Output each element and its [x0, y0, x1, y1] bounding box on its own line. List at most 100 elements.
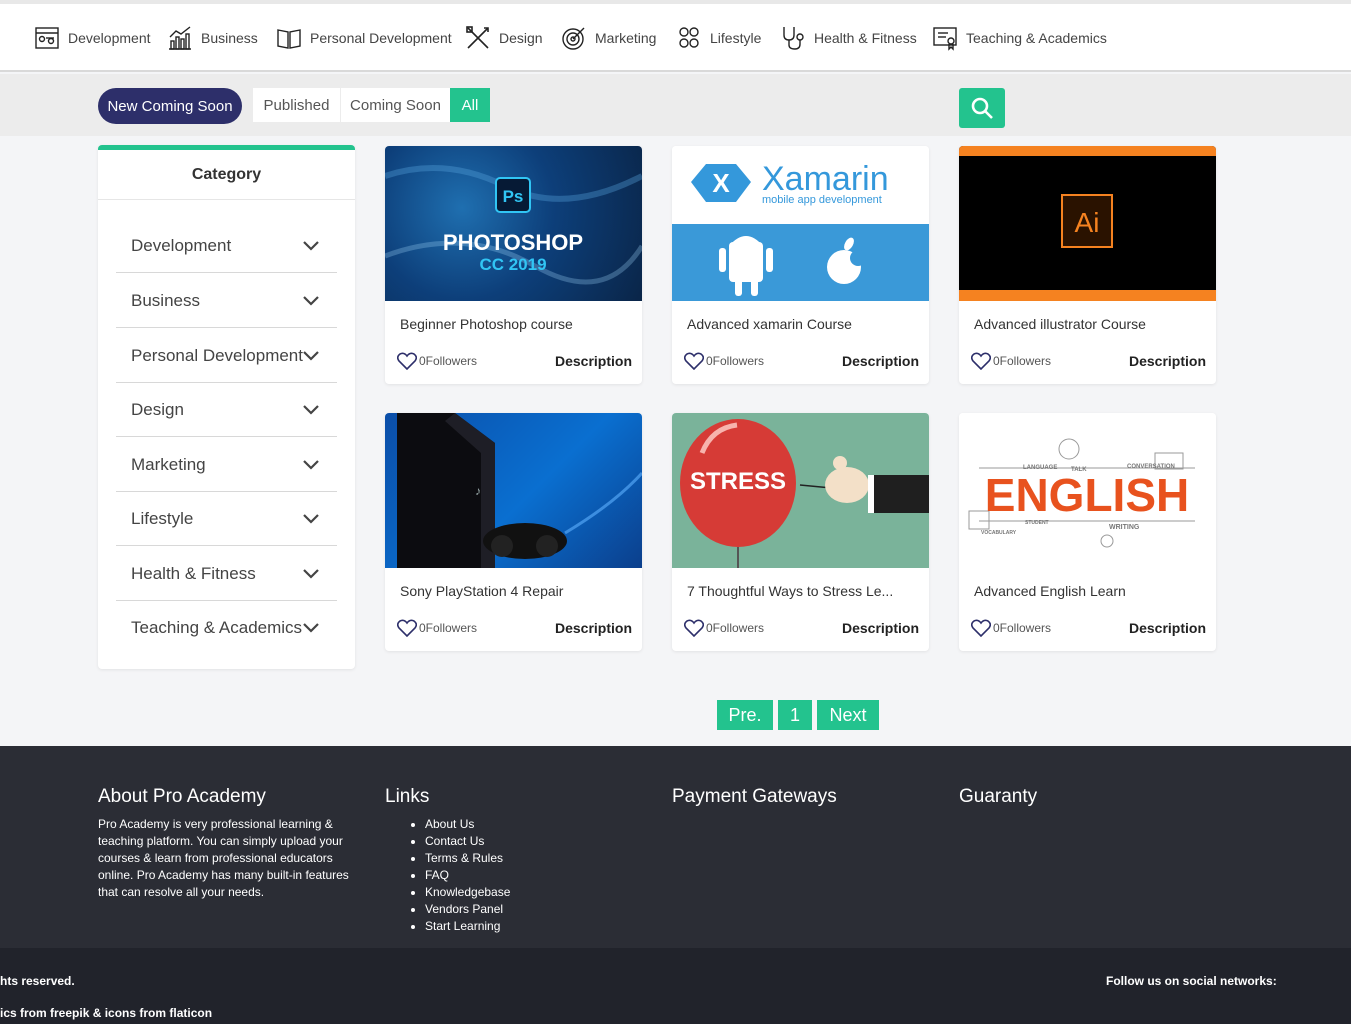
pagination-next-button[interactable]: Next	[817, 700, 879, 730]
heart-icon	[971, 352, 991, 370]
course-title: Advanced English Learn	[974, 583, 1126, 599]
business-icon	[169, 26, 191, 50]
topnav-item-business[interactable]: Business	[167, 22, 258, 54]
topnav-label: Health & Fitness	[814, 30, 917, 46]
followers-count: 0Followers	[993, 354, 1052, 368]
description-link[interactable]: Description	[555, 620, 632, 636]
thumbnail-subheading: mobile app development	[762, 194, 882, 206]
footer-link-contact[interactable]: Contact Us	[425, 833, 510, 850]
thumbnail-word-vocabulary: VOCABULARY	[981, 530, 1017, 536]
sidebar-item-personal-development[interactable]: Personal Development	[116, 329, 337, 383]
follow-button[interactable]: 0Followers	[397, 352, 477, 370]
topnav-item-marketing[interactable]: Marketing	[561, 22, 656, 54]
sidebar-item-label: Design	[131, 399, 184, 419]
chevron-down-icon	[303, 568, 319, 579]
filter-coming-soon-tab[interactable]: Coming Soon	[341, 88, 450, 122]
thumbnail-heading: STRESS	[690, 468, 786, 495]
design-tools-icon	[466, 26, 489, 49]
sidebar-item-development[interactable]: Development	[116, 219, 337, 273]
ai-logo-text: Ai	[1075, 207, 1100, 238]
sidebar-item-lifestyle[interactable]: Lifestyle	[116, 492, 337, 546]
search-button[interactable]	[959, 88, 1005, 128]
description-link[interactable]: Description	[842, 620, 919, 636]
pagination-prev-button[interactable]: Pre.	[717, 700, 773, 730]
topnav-item-personal-development[interactable]: Personal Development	[276, 22, 452, 54]
sidebar-item-business[interactable]: Business	[116, 274, 337, 328]
footer-link-terms[interactable]: Terms & Rules	[425, 850, 510, 867]
thumbnail-word-student: STUDENT	[1025, 520, 1049, 526]
category-topnav: Development Business Personal Developmen…	[0, 0, 1351, 72]
chevron-down-icon	[303, 350, 319, 361]
description-link[interactable]: Description	[555, 353, 632, 369]
sidebar-item-label: Health & Fitness	[131, 563, 256, 583]
thumbnail-subheading: CC 2019	[479, 255, 546, 274]
heart-icon	[971, 619, 991, 637]
footer-link-about[interactable]: About Us	[425, 816, 510, 833]
follow-button[interactable]: 0Followers	[684, 619, 764, 637]
book-icon	[277, 29, 301, 49]
course-card[interactable]: Ps PHOTOSHOP CC 2019 Beginner Photoshop …	[385, 146, 642, 384]
category-sidebar: Category Development Business Personal D…	[98, 145, 355, 669]
course-thumbnail: STRESS	[672, 413, 929, 568]
certificate-icon	[933, 27, 957, 51]
footer-link-faq[interactable]: FAQ	[425, 867, 510, 884]
filter-published-tab[interactable]: Published	[253, 88, 340, 122]
heart-icon	[684, 352, 704, 370]
footer-link-vendors[interactable]: Vendors Panel	[425, 901, 510, 918]
thumbnail-heading: PHOTOSHOP	[443, 230, 583, 255]
heart-icon	[684, 619, 704, 637]
sidebar-item-marketing[interactable]: Marketing	[116, 438, 337, 492]
description-link[interactable]: Description	[842, 353, 919, 369]
description-link[interactable]: Description	[1129, 353, 1206, 369]
new-coming-soon-button[interactable]: New Coming Soon	[98, 88, 242, 124]
sidebar-item-health-fitness[interactable]: Health & Fitness	[116, 547, 337, 601]
lifestyle-icon	[679, 27, 699, 48]
social-networks-label: Follow us on social networks:	[1106, 974, 1277, 988]
topnav-item-development[interactable]: Development	[34, 22, 151, 54]
footer-about-title: About Pro Academy	[98, 786, 266, 807]
follow-button[interactable]: 0Followers	[971, 619, 1051, 637]
footer-link-start-learning[interactable]: Start Learning	[425, 918, 510, 935]
filter-all-tab[interactable]: All	[450, 88, 490, 122]
course-title: Sony PlayStation 4 Repair	[400, 583, 564, 599]
chevron-down-icon	[303, 459, 319, 470]
chevron-down-icon	[303, 240, 319, 251]
footer-link-knowledgebase[interactable]: Knowledgebase	[425, 884, 510, 901]
heart-icon	[397, 352, 417, 370]
topnav-item-design[interactable]: Design	[465, 22, 543, 54]
heart-icon	[397, 619, 417, 637]
course-card[interactable]: ♪ Sony PlayStation 4 Repair 0Followers D…	[385, 413, 642, 651]
copyright-text: hts reserved.	[0, 974, 75, 988]
thumbnail-heading: Xamarin	[762, 160, 889, 198]
footer-links-list: About Us Contact Us Terms & Rules FAQ Kn…	[425, 816, 510, 935]
followers-count: 0Followers	[993, 621, 1052, 635]
footer-bottom-bar: hts reserved. ics from freepik & icons f…	[0, 948, 1351, 1024]
sidebar-item-teaching-academics[interactable]: Teaching & Academics	[116, 601, 337, 655]
course-card[interactable]: X Xamarin mobile app development Advance…	[672, 146, 929, 384]
chevron-down-icon	[303, 295, 319, 306]
followers-count: 0Followers	[706, 621, 765, 635]
course-card[interactable]: CONVERSATION LANGUAGE TALK ENGLISH WRITI…	[959, 413, 1216, 651]
sidebar-item-label: Business	[131, 290, 200, 310]
credits-text: ics from freepik & icons from flaticon	[0, 1006, 213, 1020]
search-icon	[971, 97, 993, 119]
course-title: Advanced illustrator Course	[974, 316, 1146, 332]
follow-button[interactable]: 0Followers	[397, 619, 477, 637]
description-link[interactable]: Description	[1129, 620, 1206, 636]
development-icon	[35, 27, 59, 49]
pagination-page-button[interactable]: 1	[778, 700, 812, 730]
topnav-item-teaching-academics[interactable]: Teaching & Academics	[932, 22, 1107, 54]
footer-guaranty-title: Guaranty	[959, 786, 1038, 807]
course-card[interactable]: STRESS 7 Thoughtful Ways to Stress Le...…	[672, 413, 929, 651]
course-title: 7 Thoughtful Ways to Stress Le...	[687, 583, 894, 599]
sidebar-item-design[interactable]: Design	[116, 383, 337, 437]
course-card[interactable]: Ai Advanced illustrator Course 0Follower…	[959, 146, 1216, 384]
follow-button[interactable]: 0Followers	[971, 352, 1051, 370]
followers-count: 0Followers	[706, 354, 765, 368]
ps-logo-text: Ps	[503, 187, 524, 206]
course-thumbnail: Ps PHOTOSHOP CC 2019	[385, 146, 642, 301]
follow-button[interactable]: 0Followers	[684, 352, 764, 370]
topnav-item-lifestyle[interactable]: Lifestyle	[676, 22, 761, 54]
followers-count: 0Followers	[419, 354, 478, 368]
topnav-item-health-fitness[interactable]: Health & Fitness	[780, 22, 917, 54]
